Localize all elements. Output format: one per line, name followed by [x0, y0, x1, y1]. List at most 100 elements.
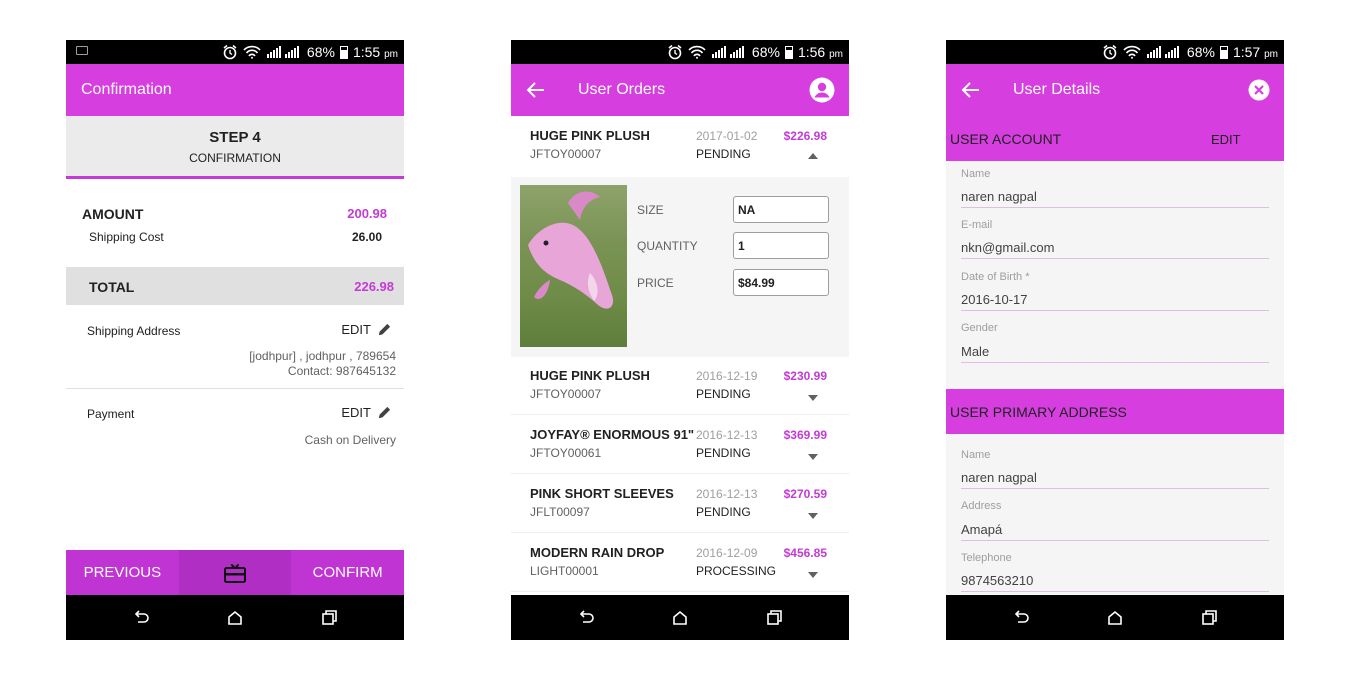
total-row: TOTAL 226.98	[66, 267, 404, 305]
page-title: Confirmation	[81, 81, 172, 98]
gift-card-button[interactable]	[178, 550, 292, 595]
order-name: HUGE PINK PLUSH	[530, 368, 650, 383]
field-underline	[961, 362, 1269, 363]
expand-caret-icon[interactable]	[808, 572, 818, 578]
dob-field[interactable]: 2016-10-17	[961, 292, 1028, 307]
home-nav-icon[interactable]	[1106, 609, 1124, 627]
telephone-field[interactable]: 9874563210	[961, 573, 1033, 588]
order-price: $270.59	[783, 487, 827, 501]
back-nav-icon[interactable]	[132, 609, 150, 627]
bottom-actions: PREVIOUS CONFIRM	[66, 550, 404, 595]
gender-field[interactable]: Male	[961, 344, 989, 359]
battery-icon	[784, 45, 793, 59]
order-date: 2016-12-13	[696, 487, 758, 501]
previous-button[interactable]: PREVIOUS	[66, 550, 179, 595]
field-underline	[961, 207, 1269, 208]
order-price: $226.98	[783, 129, 827, 143]
order-price: $369.99	[783, 428, 827, 442]
step-indicator: STEP 4 CONFIRMATION	[66, 116, 404, 176]
edit-shipping-address-button[interactable]: EDIT	[341, 322, 392, 337]
battery-percent: 68%	[751, 44, 780, 60]
contact-line: Contact: 987645132	[287, 364, 396, 378]
size-field[interactable]: NA	[733, 196, 829, 223]
quantity-field[interactable]: 1	[733, 232, 829, 259]
order-sku: JFLT00097	[530, 505, 590, 519]
gift-card-icon	[224, 563, 246, 583]
edit-payment-button[interactable]: EDIT	[341, 405, 392, 420]
home-nav-icon[interactable]	[226, 609, 244, 627]
user-orders-screen: 68% 1:56 pm User Orders HUGE PINK PLUSH …	[511, 40, 849, 640]
primary-address-section-header: USER PRIMARY ADDRESS	[946, 389, 1284, 434]
order-name: HUGE PINK PLUSH	[530, 128, 650, 143]
order-price: $456.85	[783, 546, 827, 560]
step-underline	[66, 176, 404, 179]
status-bar: 68% 1:57 pm	[946, 40, 1284, 64]
section-title: USER PRIMARY ADDRESS	[950, 404, 1127, 420]
amount-value: 200.98	[347, 206, 387, 221]
shipping-address-label: Shipping Address	[87, 324, 181, 338]
battery-percent: 68%	[306, 44, 335, 60]
order-row[interactable]: MODERN RAIN DROP LIGHT00001 2016-12-09 P…	[511, 533, 849, 592]
arrow-back-icon[interactable]	[960, 79, 982, 101]
field-label: Name	[961, 449, 991, 461]
price-field[interactable]: $84.99	[733, 269, 829, 296]
alarm-icon	[222, 44, 238, 60]
email-field[interactable]: nkn@gmail.com	[961, 240, 1054, 255]
recents-nav-icon[interactable]	[1200, 609, 1218, 627]
address-line: [jodhpur] , jodhpur , 789654	[249, 349, 396, 363]
collapse-caret-icon[interactable]	[808, 153, 818, 159]
close-circle-icon[interactable]	[1248, 79, 1270, 101]
order-row[interactable]: PINK SHORT SLEEVES JFLT00097 2016-12-13 …	[511, 474, 849, 533]
field-label: Gender	[961, 322, 998, 334]
account-circle-icon[interactable]	[809, 77, 835, 103]
notification-icon	[76, 46, 88, 55]
battery-percent: 68%	[1186, 44, 1215, 60]
field-underline	[961, 591, 1269, 592]
field-underline	[961, 258, 1269, 259]
step-title: STEP 4	[209, 129, 261, 146]
order-sku: LIGHT00001	[530, 564, 599, 578]
expand-caret-icon[interactable]	[808, 395, 818, 401]
user-account-section-header: USER ACCOUNT EDIT	[946, 116, 1284, 161]
section-title: USER ACCOUNT	[950, 131, 1062, 147]
alarm-icon	[1102, 44, 1118, 60]
total-value: 226.98	[354, 279, 394, 294]
divider	[66, 388, 404, 389]
battery-icon	[1219, 45, 1228, 59]
name-field[interactable]: naren nagpal	[961, 189, 1037, 204]
signal-icon	[266, 46, 302, 58]
confirmation-screen: 68% 1:55 pm Confirmation STEP 4 CONFIRMA…	[66, 40, 404, 640]
confirm-button[interactable]: CONFIRM	[291, 550, 404, 595]
order-status: PENDING	[696, 387, 751, 401]
app-bar: Confirmation	[66, 64, 404, 116]
field-label: E-mail	[961, 219, 993, 231]
address-field[interactable]: Amapá	[961, 522, 1002, 537]
battery-icon	[339, 45, 348, 59]
back-nav-icon[interactable]	[1012, 609, 1030, 627]
pencil-icon	[378, 323, 391, 336]
order-status: PENDING	[696, 505, 751, 519]
size-label: SIZE	[637, 203, 664, 217]
recents-nav-icon[interactable]	[320, 609, 338, 627]
order-price: $230.99	[783, 369, 827, 383]
expand-caret-icon[interactable]	[808, 513, 818, 519]
home-nav-icon[interactable]	[671, 609, 689, 627]
arrow-back-icon[interactable]	[525, 79, 547, 101]
address-name-field[interactable]: naren nagpal	[961, 470, 1037, 485]
expand-caret-icon[interactable]	[808, 454, 818, 460]
wifi-icon	[243, 45, 261, 59]
status-bar: 68% 1:55 pm	[66, 40, 404, 64]
wifi-icon	[1123, 45, 1141, 59]
app-bar: User Details	[946, 64, 1284, 116]
user-account-form: Name naren nagpal E-mail nkn@gmail.com D…	[946, 161, 1284, 389]
back-nav-icon[interactable]	[577, 609, 595, 627]
edit-label: EDIT	[341, 322, 371, 337]
field-label: Address	[961, 500, 1002, 512]
order-date: 2016-12-19	[696, 369, 758, 383]
edit-account-button[interactable]: EDIT	[1211, 132, 1241, 147]
field-label: Date of Birth *	[961, 271, 1030, 283]
recents-nav-icon[interactable]	[765, 609, 783, 627]
order-row[interactable]: HUGE PINK PLUSH JFTOY00007 2017-01-02 PE…	[511, 116, 849, 175]
order-row[interactable]: JOYFAY® ENORMOUS 91" JFTOY00061 2016-12-…	[511, 415, 849, 474]
order-row[interactable]: HUGE PINK PLUSH JFTOY00007 2016-12-19 PE…	[511, 356, 849, 415]
